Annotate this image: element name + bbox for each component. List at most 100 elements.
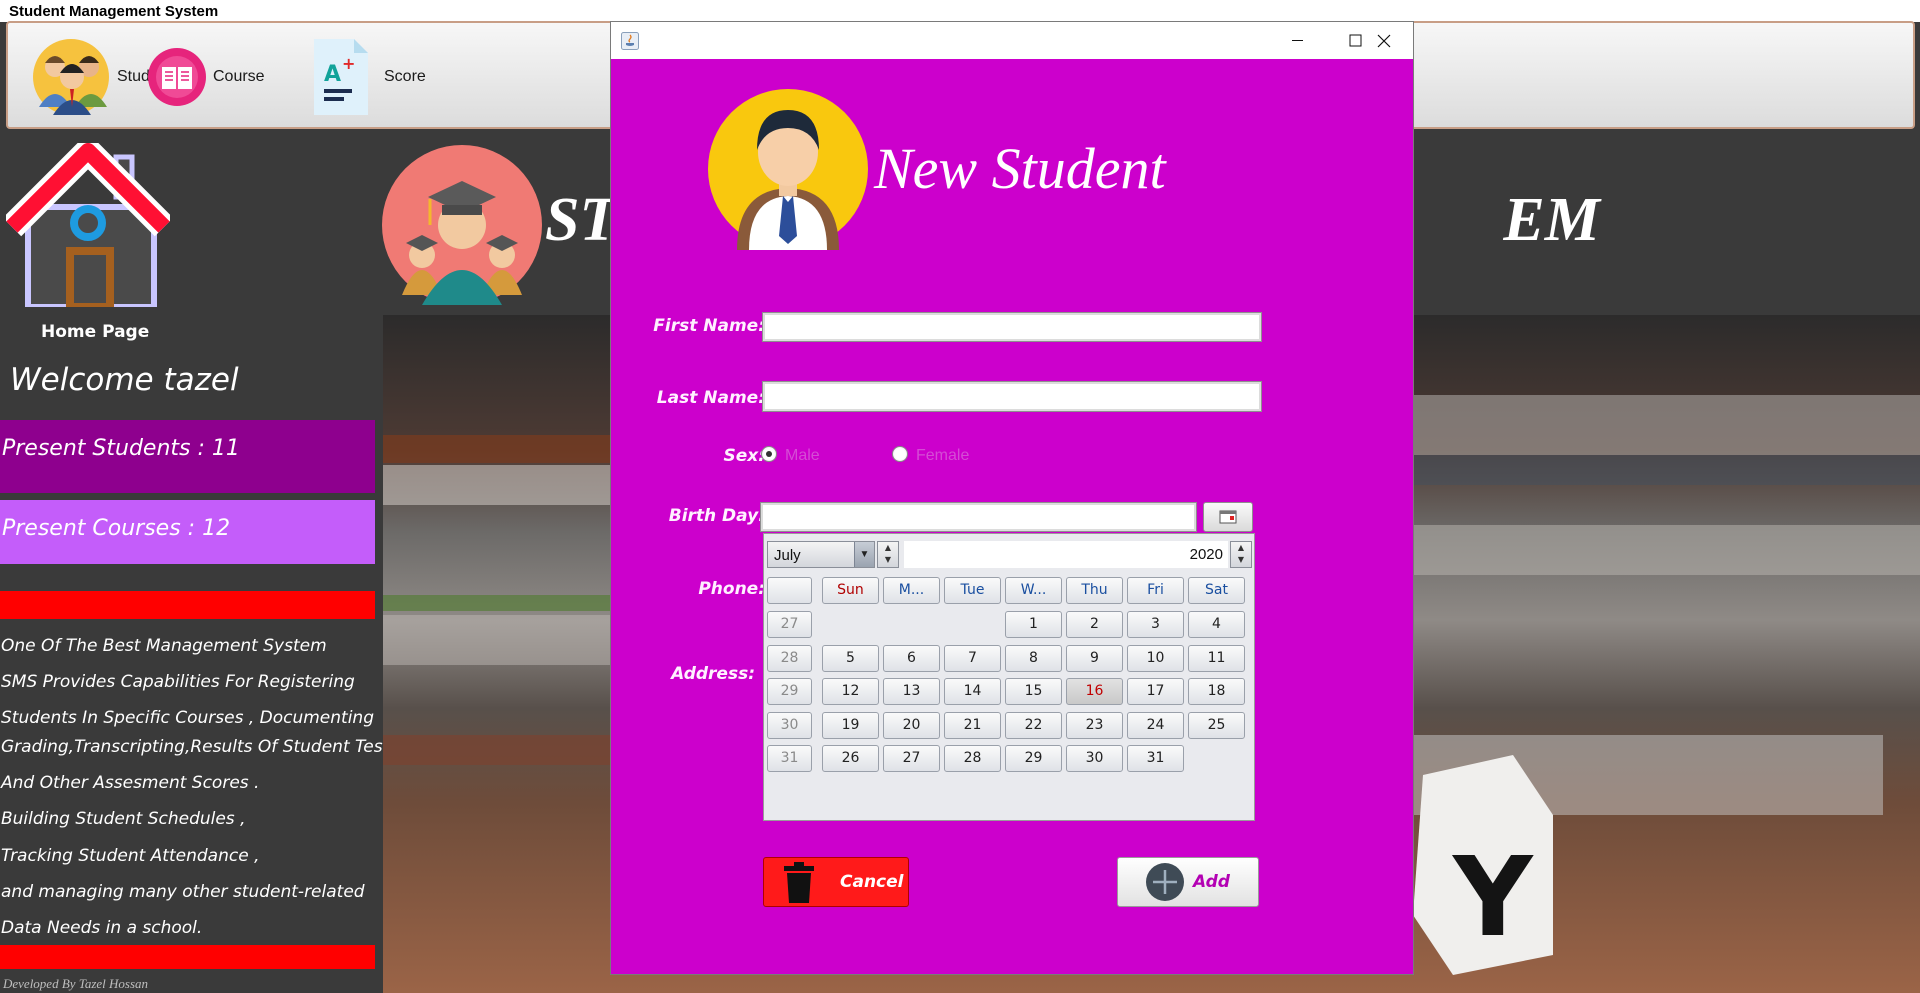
calendar-day[interactable]: 28 — [944, 745, 1001, 772]
main-title-bar: Student Management System — [0, 0, 1920, 22]
phone-label: Phone: — [698, 579, 765, 599]
calendar-day[interactable]: 2 — [1066, 611, 1123, 638]
month-select[interactable]: July ▼ — [767, 541, 875, 568]
calendar-day[interactable]: 17 — [1127, 678, 1184, 705]
calendar-day[interactable]: 20 — [883, 711, 940, 739]
birth-day-label: Birth Day: — [668, 506, 765, 526]
toolbar-course-button[interactable]: Course — [147, 37, 265, 117]
calendar-day[interactable]: 30 — [1066, 745, 1123, 772]
last-name-input[interactable] — [762, 381, 1262, 412]
week-number: 31 — [767, 745, 812, 772]
calendar-day[interactable]: 19 — [822, 711, 879, 739]
calendar-day[interactable]: 7 — [944, 644, 1001, 672]
calendar-day[interactable]: 18 — [1188, 678, 1245, 705]
description-line: Tracking Student Attendance , — [1, 846, 260, 866]
calendar-day[interactable]: 13 — [883, 678, 940, 705]
weekday-header: Sun — [822, 577, 879, 604]
chevron-down-icon: ▼ — [854, 542, 874, 567]
close-icon — [1377, 34, 1391, 48]
cancel-button[interactable]: Cancel — [763, 857, 909, 907]
last-name-label: Last Name: — [656, 388, 765, 408]
week-header-corner — [767, 577, 812, 604]
sex-male-radio[interactable] — [761, 446, 777, 462]
calendar-day[interactable]: 25 — [1188, 711, 1245, 739]
present-courses-badge: Present Courses : 12 — [0, 500, 375, 564]
add-button[interactable]: Add — [1117, 857, 1259, 907]
calendar-day-today[interactable]: 16 — [1066, 678, 1123, 705]
description-line: Students In Specific Courses , Documenti… — [1, 708, 374, 728]
calendar-day[interactable]: 3 — [1127, 611, 1184, 638]
weekday-header: Fri — [1127, 577, 1184, 604]
calendar-day[interactable]: 31 — [1127, 745, 1184, 772]
sex-male-label: Male — [785, 447, 820, 464]
sex-female-label: Female — [916, 447, 970, 464]
weekday-header: W... — [1005, 577, 1062, 604]
calendar-day[interactable]: 4 — [1188, 611, 1245, 638]
date-picker-button[interactable] — [1203, 502, 1253, 532]
calendar-day[interactable]: 8 — [1005, 644, 1062, 672]
calendar-popup: July ▼ ▲ ▼ 2020 ▲ ▼ Sun M... Tue W... Thu … — [763, 533, 1255, 821]
calendar-day[interactable]: 15 — [1005, 678, 1062, 705]
weekday-header: Thu — [1066, 577, 1123, 604]
sex-label: Sex: — [723, 446, 765, 466]
description-line: And Other Assesment Scores . — [1, 773, 260, 793]
weekday-header: Sat — [1188, 577, 1245, 604]
calendar-day[interactable]: 10 — [1127, 644, 1184, 672]
toolbar-course-label: Course — [213, 68, 265, 85]
week-number: 28 — [767, 644, 812, 672]
calendar-day[interactable]: 24 — [1127, 711, 1184, 739]
plus-circle-icon — [1146, 863, 1184, 901]
dialog-title: New Student — [874, 136, 1166, 201]
calendar-day[interactable]: 29 — [1005, 745, 1062, 772]
birth-day-input[interactable] — [760, 502, 1197, 532]
description-line: Grading,Transcripting,Results Of Student… — [1, 737, 399, 757]
book-icon — [147, 47, 207, 107]
calendar-day[interactable]: 5 — [822, 644, 879, 672]
calendar-day[interactable]: 21 — [944, 711, 1001, 739]
home-icon[interactable] — [2, 138, 174, 311]
dialog-title-bar — [611, 22, 1413, 59]
graduates-logo-icon — [382, 145, 542, 305]
students-group-icon — [31, 37, 111, 117]
welcome-text: Welcome tazel — [10, 362, 239, 398]
calendar-day[interactable]: 22 — [1005, 711, 1062, 739]
present-students-badge: Present Students : 11 — [0, 420, 375, 493]
toolbar-score-label: Score — [384, 68, 426, 85]
calendar-day[interactable]: 11 — [1188, 644, 1245, 672]
divider-red-top — [0, 591, 375, 619]
calendar-icon — [1219, 510, 1237, 524]
calendar-day[interactable]: 27 — [883, 745, 940, 772]
trash-icon — [784, 862, 814, 903]
close-button[interactable] — [1355, 22, 1413, 59]
week-number: 30 — [767, 711, 812, 739]
student-avatar-icon — [707, 88, 869, 250]
developer-credit: Developed By Tazel Hossan — [3, 976, 149, 991]
svg-text:A: A — [324, 62, 341, 87]
year-spinner[interactable]: ▲ ▼ — [1230, 541, 1252, 568]
svg-text:Y: Y — [1451, 833, 1534, 961]
calendar-day[interactable]: 26 — [822, 745, 879, 772]
year-field[interactable]: 2020 — [904, 541, 1228, 568]
month-spinner[interactable]: ▲ ▼ — [877, 541, 899, 568]
description-line: Data Needs in a school. — [1, 918, 203, 938]
first-name-input[interactable] — [762, 312, 1262, 342]
calendar-day[interactable]: 12 — [822, 678, 879, 705]
page-header-title-left: ST — [545, 186, 618, 254]
calendar-day[interactable]: 1 — [1005, 611, 1062, 638]
calendar-day[interactable]: 9 — [1066, 644, 1123, 672]
toolbar-score-button[interactable]: A + Score — [312, 37, 426, 117]
address-label: Address: — [671, 664, 755, 684]
sex-female-radio[interactable] — [892, 446, 908, 462]
minimize-button[interactable] — [1268, 22, 1326, 59]
description-line: SMS Provides Capabilities For Registerin… — [1, 672, 355, 692]
calendar-day[interactable]: 14 — [944, 678, 1001, 705]
new-student-dialog: New Student First Name: Last Name: Sex: … — [610, 21, 1414, 975]
grade-paper-icon: A + — [312, 37, 372, 117]
calendar-day[interactable]: 23 — [1066, 711, 1123, 739]
calendar-day[interactable]: 6 — [883, 644, 940, 672]
weekday-header: Tue — [944, 577, 1001, 604]
page-header-title-right: EM — [1503, 186, 1600, 254]
home-page-label[interactable]: Home Page — [41, 322, 149, 342]
java-app-icon — [621, 32, 639, 50]
divider-red-bottom — [0, 945, 375, 969]
